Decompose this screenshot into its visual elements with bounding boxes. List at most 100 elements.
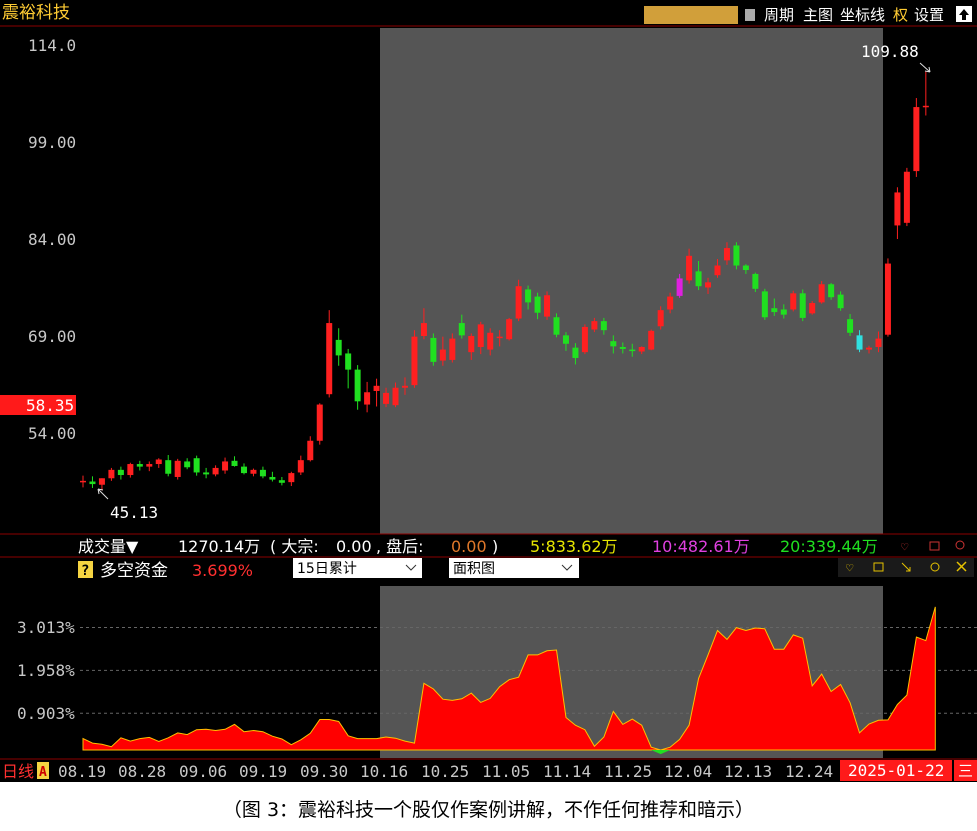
candle-body bbox=[667, 296, 674, 310]
candle-body bbox=[203, 472, 210, 475]
candle-body bbox=[600, 321, 607, 331]
menu-settings[interactable]: 设置 bbox=[914, 6, 944, 24]
price-tick: 114.0 bbox=[28, 36, 76, 55]
candle-body bbox=[809, 303, 816, 314]
chart-type-select-value: 面积图 bbox=[453, 561, 495, 577]
x-date-label: 08.28 bbox=[118, 762, 166, 781]
candle-body bbox=[401, 385, 408, 388]
candle-body bbox=[80, 480, 86, 483]
volume-value: 1270.14万 bbox=[178, 537, 260, 556]
candle-body bbox=[515, 286, 522, 319]
menu-period[interactable]: 周期 bbox=[764, 6, 794, 24]
page: 震裕科技 周期 主图 坐标线 权 设置 114.0 99.00 84.00 69… bbox=[0, 0, 977, 831]
candle-body bbox=[98, 478, 105, 485]
zoom-icon[interactable] bbox=[955, 540, 965, 550]
candle-body bbox=[525, 289, 532, 303]
help-icon-glyph: ? bbox=[81, 563, 89, 579]
candle-body bbox=[638, 346, 645, 352]
menu-main-chart[interactable]: 主图 bbox=[803, 6, 833, 24]
volume-label[interactable]: 成交量▼ bbox=[78, 537, 139, 556]
candle-body bbox=[307, 440, 314, 461]
x-date-label: 11.05 bbox=[482, 762, 530, 781]
candle-body bbox=[354, 369, 361, 402]
panhou-close: ) bbox=[492, 537, 498, 556]
candle-body bbox=[837, 294, 844, 309]
candle-body bbox=[828, 284, 835, 298]
candle-body bbox=[174, 460, 181, 477]
candle-body bbox=[250, 469, 257, 474]
end-label: 三 bbox=[958, 762, 973, 780]
candle-body bbox=[742, 265, 749, 271]
low-arrow bbox=[97, 488, 109, 500]
candle-body bbox=[657, 310, 664, 327]
indicator-tick: 0.903% bbox=[17, 704, 75, 723]
candle-body bbox=[771, 308, 778, 313]
candle-body bbox=[165, 460, 172, 474]
candle-body bbox=[581, 326, 588, 353]
candle-body bbox=[752, 273, 759, 289]
period-label[interactable]: 日线 bbox=[2, 762, 34, 781]
candle-body bbox=[288, 473, 295, 483]
candle-body bbox=[222, 461, 229, 471]
candle-body bbox=[884, 263, 891, 335]
indicator-tick: 1.958% bbox=[17, 661, 75, 680]
highlight-region-price bbox=[380, 28, 883, 534]
candle-body bbox=[903, 171, 910, 223]
low-price-label: 45.13 bbox=[110, 503, 158, 522]
candle-body bbox=[259, 469, 266, 477]
candle-body bbox=[875, 338, 882, 347]
price-tick: 99.00 bbox=[28, 133, 76, 152]
candle-body bbox=[392, 387, 399, 406]
candle-body bbox=[818, 284, 825, 303]
x-date-label: 08.19 bbox=[58, 762, 106, 781]
candle-body bbox=[278, 480, 285, 483]
favorite-icon[interactable]: ♡ bbox=[901, 540, 909, 554]
volume-ma5: 5:833.62万 bbox=[530, 537, 618, 556]
candle-body bbox=[316, 404, 323, 441]
favorite-icon[interactable]: ♡ bbox=[846, 561, 854, 575]
candle-body bbox=[705, 282, 712, 288]
candle-body bbox=[297, 460, 304, 473]
candle-body bbox=[799, 293, 806, 318]
candle-body bbox=[458, 323, 465, 336]
volume-ma20: 20:339.44万 bbox=[780, 537, 878, 556]
candle-body bbox=[335, 339, 342, 356]
candle-body bbox=[733, 245, 740, 266]
candle-body bbox=[610, 341, 617, 347]
candle-body bbox=[468, 336, 475, 353]
candle-body bbox=[572, 347, 579, 358]
candle-body bbox=[184, 461, 191, 468]
candle-body bbox=[894, 192, 901, 226]
candle-body bbox=[790, 293, 797, 310]
candle-body bbox=[496, 336, 503, 339]
menu-rights[interactable]: 权 bbox=[893, 6, 908, 24]
layout-toggle-icon[interactable] bbox=[745, 9, 755, 21]
high-price-label: 109.88 bbox=[861, 42, 919, 61]
candle-body bbox=[373, 385, 380, 391]
candle-body bbox=[714, 265, 721, 276]
price-tick: 84.00 bbox=[28, 230, 76, 249]
menu-coord-line[interactable]: 坐标线 bbox=[840, 6, 885, 24]
dazong-label: ( 大宗: bbox=[270, 537, 319, 556]
high-arrow bbox=[919, 62, 931, 73]
indicator-value: 3.699% bbox=[192, 561, 253, 580]
candle-body bbox=[695, 271, 702, 287]
x-date-label: 12.24 bbox=[785, 762, 833, 781]
candle-body bbox=[430, 337, 437, 362]
candle-body bbox=[269, 476, 276, 480]
candle-body bbox=[676, 278, 683, 296]
candle-body bbox=[411, 336, 418, 386]
candle-body bbox=[553, 317, 560, 335]
x-date-label: 12.04 bbox=[664, 762, 712, 781]
chart-canvas[interactable]: 震裕科技 周期 主图 坐标线 权 设置 114.0 99.00 84.00 69… bbox=[0, 0, 977, 782]
period-select-value: 15日累计 bbox=[297, 561, 357, 577]
candle-body bbox=[383, 392, 390, 404]
candle-body bbox=[89, 481, 96, 485]
x-axis-dates: 08.19 08.28 09.06 09.19 09.30 10.16 10.25 11.05… bbox=[58, 762, 833, 781]
candle-body bbox=[562, 335, 569, 344]
period-badge-text: A bbox=[39, 765, 47, 780]
candle-body bbox=[136, 464, 143, 467]
window-icon[interactable] bbox=[929, 541, 940, 551]
candle-body bbox=[146, 464, 153, 467]
volume-ma10: 10:482.61万 bbox=[652, 537, 750, 556]
